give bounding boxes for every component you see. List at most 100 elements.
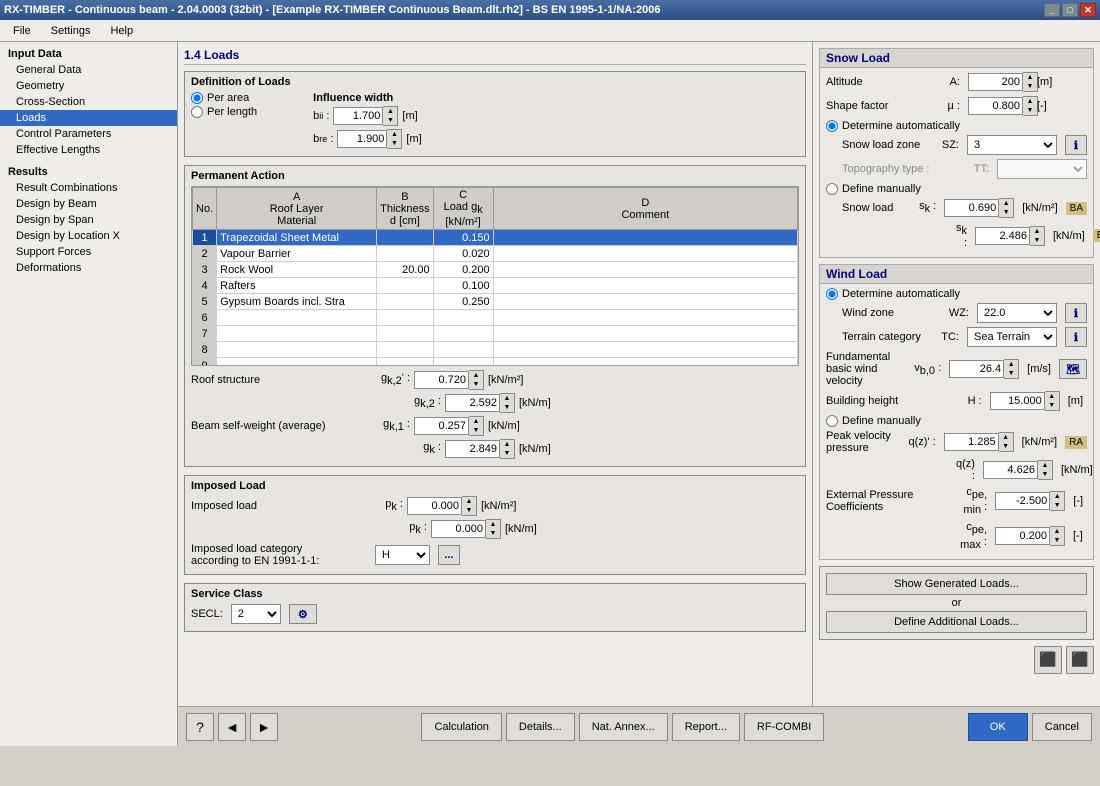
b-ii-spinner[interactable]: 1.700 ▲ ▼ [333,106,398,126]
report-button[interactable]: Report... [672,713,740,741]
pk2-input[interactable] [431,520,486,538]
sk2-up[interactable]: ▲ [1030,227,1044,236]
category-info-button[interactable]: ... [438,545,460,565]
cpe-min-up[interactable]: ▲ [1050,492,1064,501]
qz-prime-input[interactable] [944,433,999,451]
gk1-spinner[interactable]: ▲ ▼ [414,416,484,436]
snow-zone-select[interactable]: 31245 [967,135,1057,155]
building-height-input[interactable] [990,392,1045,410]
pk2-up[interactable]: ▲ [486,520,500,529]
table-row[interactable]: 2Vapour Barrier0.020 [193,246,798,262]
b-re-down[interactable]: ▼ [387,139,401,148]
gk2-prime-input[interactable] [414,371,469,389]
gk-input[interactable] [445,440,500,458]
table-row[interactable]: 9 [193,358,798,366]
altitude-spinner[interactable]: ▲ ▼ [968,72,1033,92]
secl-select[interactable]: 213 [231,604,281,624]
topography-select[interactable] [997,159,1087,179]
sidebar-item-loads[interactable]: Loads [0,110,177,126]
shape-factor-down[interactable]: ▼ [1023,106,1037,115]
sk1-input[interactable] [944,199,999,217]
help-icon-button[interactable]: ? [186,713,214,741]
b-ii-up[interactable]: ▲ [383,107,397,116]
shape-factor-spinner[interactable]: ▲ ▼ [968,96,1033,116]
calculation-button[interactable]: Calculation [421,713,501,741]
building-height-up[interactable]: ▲ [1045,392,1059,401]
menu-file[interactable]: File [4,22,40,40]
gk-up[interactable]: ▲ [500,440,514,449]
radio-per-area[interactable] [191,92,203,104]
wind-manual-radio[interactable] [826,415,838,427]
fund-wind-spinner[interactable]: ▲ ▼ [949,359,1019,379]
fund-wind-input[interactable] [949,360,1004,378]
table-row[interactable]: 7 [193,326,798,342]
icon-btn-1[interactable]: ⬛ [1034,646,1062,674]
sidebar-item-result-combinations[interactable]: Result Combinations [0,180,177,196]
building-height-spinner[interactable]: ▲ ▼ [990,391,1060,411]
cpe-min-input[interactable] [995,492,1050,510]
sidebar-item-support-forces[interactable]: Support Forces [0,244,177,260]
gk1-input[interactable] [414,417,469,435]
sidebar-item-deformations[interactable]: Deformations [0,260,177,276]
cpe-min-down[interactable]: ▼ [1050,501,1064,510]
qz-prime-down[interactable]: ▼ [999,442,1013,451]
gk2-up[interactable]: ▲ [500,394,514,403]
altitude-up[interactable]: ▲ [1023,73,1037,82]
b-re-spinner[interactable]: 1.900 ▲ ▼ [337,129,402,149]
qz-down[interactable]: ▼ [1038,470,1052,479]
sidebar-item-control-parameters[interactable]: Control Parameters [0,126,177,142]
gk2-down[interactable]: ▼ [500,403,514,412]
b-ii-input[interactable]: 1.700 [333,107,383,125]
sidebar-item-design-by-span[interactable]: Design by Span [0,212,177,228]
gk1-down[interactable]: ▼ [469,426,483,435]
forward-button[interactable]: ► [250,713,278,741]
radio-per-length[interactable] [191,106,203,118]
pk2-spinner[interactable]: ▲ ▼ [431,519,501,539]
show-generated-loads-button[interactable]: Show Generated Loads... [826,573,1087,595]
define-additional-loads-button[interactable]: Define Additional Loads... [826,611,1087,633]
table-row[interactable]: 5Gypsum Boards incl. Stra0.250 [193,294,798,310]
category-select[interactable]: H ABC DEFG [375,545,430,565]
shape-factor-input[interactable] [968,97,1023,115]
wind-auto-radio[interactable] [826,288,838,300]
snow-zone-info[interactable]: ℹ [1065,135,1087,155]
sk2-spinner[interactable]: ▲ ▼ [975,226,1045,246]
qz-spinner[interactable]: ▲ ▼ [983,460,1053,480]
snow-auto-radio[interactable] [826,120,838,132]
table-row[interactable]: 4Rafters0.100 [193,278,798,294]
sk1-up[interactable]: ▲ [999,199,1013,208]
ok-button[interactable]: OK [968,713,1028,741]
table-row[interactable]: 3Rock Wool20.000.200 [193,262,798,278]
icon-btn-2[interactable]: ⬛ [1066,646,1094,674]
qz-up[interactable]: ▲ [1038,461,1052,470]
sidebar-item-geometry[interactable]: Geometry [0,78,177,94]
terrain-select[interactable]: Sea TerrainOpen TerrainSuburbanUrban [967,327,1057,347]
fund-wind-map-btn[interactable]: 🗺 [1059,359,1087,379]
menu-settings[interactable]: Settings [42,22,100,40]
gk2-prime-spinner[interactable]: ▲ ▼ [414,370,484,390]
sidebar-item-design-by-location-x[interactable]: Design by Location X [0,228,177,244]
table-row[interactable]: 1Trapezoidal Sheet Metal0.150 [193,230,798,246]
gk2-prime-up[interactable]: ▲ [469,371,483,380]
details-button[interactable]: Details... [506,713,575,741]
pk1-input[interactable] [407,497,462,515]
table-row[interactable]: 8 [193,342,798,358]
sk2-input[interactable] [975,227,1030,245]
b-re-up[interactable]: ▲ [387,130,401,139]
gk1-up[interactable]: ▲ [469,417,483,426]
altitude-input[interactable] [968,73,1023,91]
cpe-max-up[interactable]: ▲ [1050,527,1064,536]
wind-zone-select[interactable]: 22.01234 [977,303,1057,323]
pk1-down[interactable]: ▼ [462,506,476,515]
gk-down[interactable]: ▼ [500,449,514,458]
sk1-down[interactable]: ▼ [999,208,1013,217]
qz-prime-spinner[interactable]: ▲ ▼ [944,432,1014,452]
secl-info-button[interactable]: ⚙ [289,604,317,624]
sidebar-item-cross-section[interactable]: Cross-Section [0,94,177,110]
b-re-input[interactable]: 1.900 [337,130,387,148]
cancel-button[interactable]: Cancel [1032,713,1092,741]
sidebar-item-general-data[interactable]: General Data [0,62,177,78]
table-row[interactable]: 6 [193,310,798,326]
pk1-up[interactable]: ▲ [462,497,476,506]
fund-wind-down[interactable]: ▼ [1004,369,1018,378]
